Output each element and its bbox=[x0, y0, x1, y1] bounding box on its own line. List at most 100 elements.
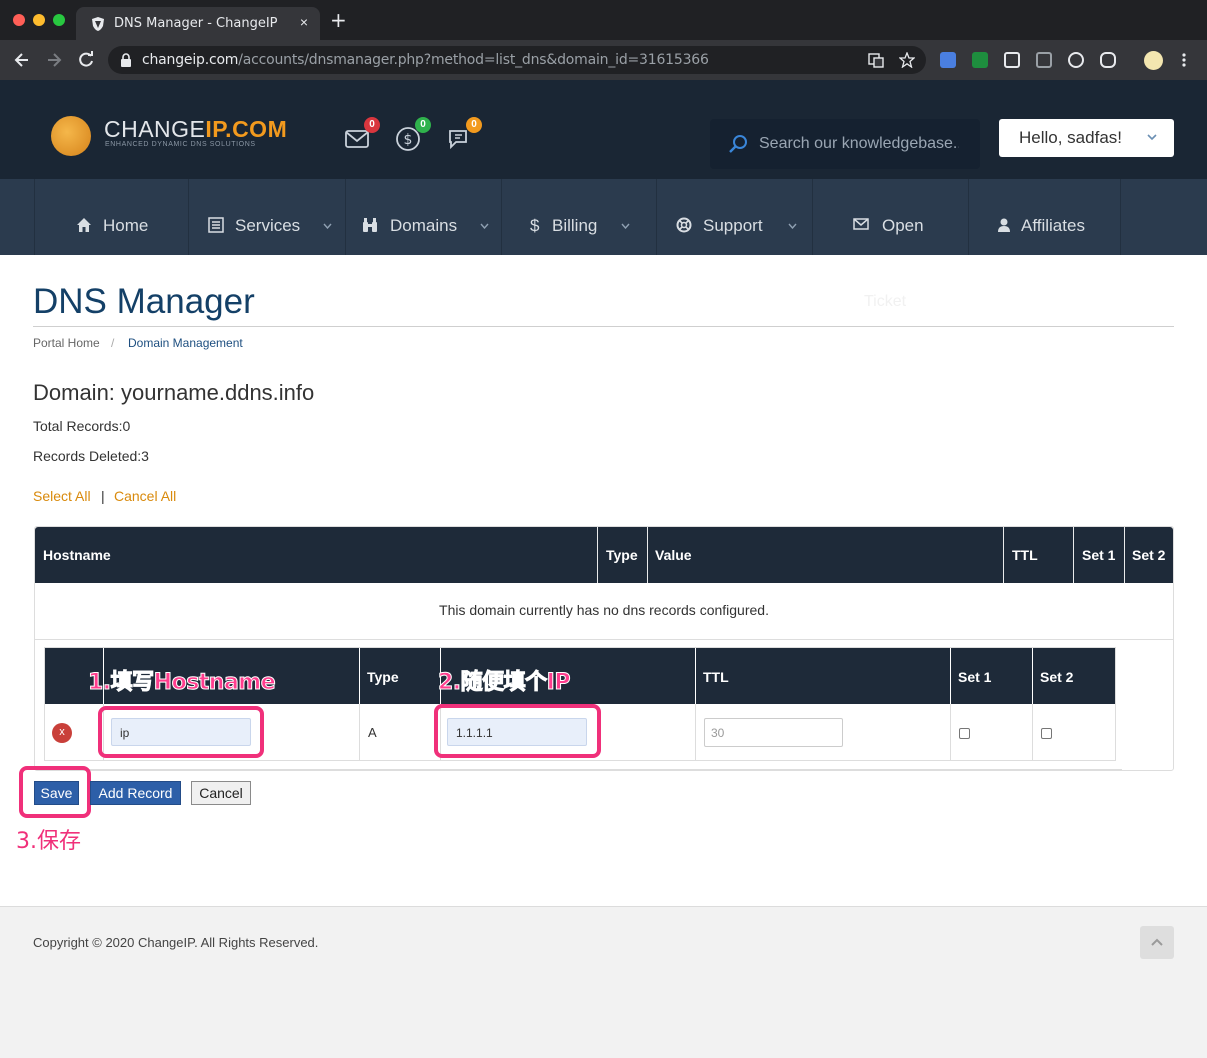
nav-label: Open bbox=[882, 216, 924, 235]
table-header: Hostname Type Value TTL Set 1 Set 2 bbox=[35, 527, 1173, 583]
annotation-ip-highlight bbox=[434, 704, 601, 758]
cancel-button[interactable]: Cancel bbox=[191, 781, 251, 805]
divider bbox=[44, 769, 1122, 770]
divider bbox=[1003, 527, 1004, 583]
column-header: Type bbox=[367, 669, 399, 685]
billing-badge: 0 bbox=[415, 117, 431, 133]
nav-open-ticket[interactable]: Open bbox=[812, 179, 968, 255]
profile-avatar[interactable] bbox=[1144, 51, 1163, 70]
nav-affiliates[interactable]: Affiliates bbox=[968, 179, 1121, 255]
record-type-value: A bbox=[368, 725, 377, 740]
divider bbox=[359, 704, 360, 760]
hello-label: Hello, sadfas! bbox=[1019, 128, 1122, 147]
new-tab-button[interactable]: + bbox=[330, 10, 347, 30]
gauge-extension-icon[interactable] bbox=[1068, 52, 1084, 68]
column-header: Set 1 bbox=[958, 669, 992, 685]
ttl-input[interactable]: 30 bbox=[704, 718, 843, 747]
knowledgebase-search[interactable]: Search our knowledgebase... bbox=[710, 119, 980, 169]
google-translate-extension-icon[interactable] bbox=[940, 52, 956, 68]
divider bbox=[695, 648, 696, 704]
footer: Copyright © 2020 ChangeIP. All Rights Re… bbox=[0, 907, 1207, 1058]
nav-services[interactable]: Services bbox=[188, 179, 345, 255]
account-menu-button[interactable]: Hello, sadfas! bbox=[999, 119, 1174, 157]
column-header: Type bbox=[606, 547, 638, 563]
add-record-button[interactable]: Add Record bbox=[90, 781, 181, 805]
green-extension-icon[interactable] bbox=[972, 52, 988, 68]
column-header: Set 2 bbox=[1132, 547, 1166, 563]
divider bbox=[950, 704, 951, 760]
window-minimize-button[interactable] bbox=[33, 14, 45, 26]
list-icon bbox=[208, 217, 224, 233]
breadcrumb-separator: / bbox=[111, 336, 115, 350]
user-icon bbox=[998, 218, 1010, 232]
nav-label: Services bbox=[235, 216, 301, 235]
nav-label: Support bbox=[703, 216, 763, 235]
divider bbox=[695, 704, 696, 760]
copyright-text: Copyright © 2020 ChangeIP. All Rights Re… bbox=[33, 935, 319, 950]
divider bbox=[359, 648, 360, 704]
records-deleted-text: Records Deleted:3 bbox=[33, 448, 149, 464]
logo-globe-icon[interactable] bbox=[51, 116, 91, 156]
annotation-save-highlight bbox=[19, 766, 91, 818]
column-header: Set 1 bbox=[1082, 547, 1116, 563]
column-header: Value bbox=[655, 547, 692, 563]
translate-icon[interactable] bbox=[868, 52, 884, 68]
lifebuoy-icon bbox=[676, 217, 692, 233]
divider bbox=[597, 527, 598, 583]
nav-home[interactable]: Home bbox=[34, 179, 188, 255]
divider bbox=[1073, 527, 1074, 583]
kebab-menu-icon[interactable] bbox=[1180, 52, 1188, 68]
tickets-badge: 0 bbox=[466, 117, 482, 133]
back-arrow-icon[interactable] bbox=[12, 50, 32, 70]
column-header: Hostname bbox=[43, 547, 111, 563]
browser-tab[interactable]: DNS Manager - ChangeIP × bbox=[76, 7, 320, 40]
logo[interactable]: CHANGEIP.COM bbox=[104, 116, 287, 143]
nav-support[interactable]: Support bbox=[656, 179, 812, 255]
set1-checkbox[interactable] bbox=[959, 728, 970, 739]
search-input[interactable]: Search our knowledgebase... bbox=[759, 135, 959, 153]
breadcrumb-current: Domain Management bbox=[128, 336, 243, 350]
address-bar[interactable]: changeip.com/accounts/dnsmanager.php?met… bbox=[108, 46, 926, 74]
tab-close-icon[interactable]: × bbox=[300, 14, 308, 30]
reader-icon[interactable] bbox=[1036, 52, 1052, 68]
dollar-icon: $ bbox=[530, 216, 540, 235]
svg-text:$: $ bbox=[404, 132, 413, 148]
forward-arrow-icon[interactable] bbox=[44, 50, 64, 70]
chevron-down-icon bbox=[1147, 134, 1157, 141]
reload-icon[interactable] bbox=[76, 50, 96, 70]
window-close-button[interactable] bbox=[13, 14, 25, 26]
search-icon bbox=[729, 135, 747, 153]
logo-tagline: ENHANCED DYNAMIC DNS SOLUTIONS bbox=[105, 141, 256, 148]
cancel-all-link[interactable]: Cancel All bbox=[114, 488, 176, 504]
window-zoom-button[interactable] bbox=[53, 14, 65, 26]
set2-checkbox[interactable] bbox=[1041, 728, 1052, 739]
chevron-down-icon bbox=[621, 223, 630, 229]
column-header: TTL bbox=[703, 669, 729, 685]
nav-billing[interactable]: $ Billing bbox=[501, 179, 656, 255]
bookmark-star-icon[interactable] bbox=[899, 52, 915, 68]
annotation-save-label: 3.保存 bbox=[16, 829, 81, 854]
tab-title: DNS Manager - ChangeIP bbox=[114, 16, 278, 31]
select-all-link[interactable]: Select All bbox=[33, 488, 91, 504]
url-text: changeip.com/accounts/dnsmanager.php?met… bbox=[142, 52, 709, 68]
page-title: DNS Manager bbox=[33, 282, 255, 321]
binoculars-icon bbox=[363, 218, 377, 232]
divider bbox=[1124, 527, 1125, 583]
link-separator: | bbox=[101, 488, 105, 504]
divider bbox=[1032, 648, 1033, 704]
breadcrumb-home-link[interactable]: Portal Home bbox=[33, 336, 100, 350]
back-to-top-button[interactable] bbox=[1140, 926, 1174, 959]
annotation-hostname-label: 1.填写Hostname bbox=[87, 670, 276, 696]
picture-in-picture-icon[interactable] bbox=[1004, 52, 1020, 68]
column-header: TTL bbox=[1012, 547, 1038, 563]
messages-badge: 0 bbox=[364, 117, 380, 133]
chevron-down-icon bbox=[323, 223, 332, 229]
nav-label: Home bbox=[103, 216, 149, 235]
nav-overflow-text: Ticket bbox=[864, 293, 907, 310]
cc-extension-icon[interactable] bbox=[1100, 52, 1116, 68]
nav-label: Domains bbox=[390, 216, 458, 235]
main-nav: Home Services Domains $ Billing Support … bbox=[0, 179, 1207, 255]
column-header: Set 2 bbox=[1040, 669, 1074, 685]
nav-domains[interactable]: Domains bbox=[345, 179, 501, 255]
delete-record-button[interactable]: x bbox=[52, 723, 72, 743]
